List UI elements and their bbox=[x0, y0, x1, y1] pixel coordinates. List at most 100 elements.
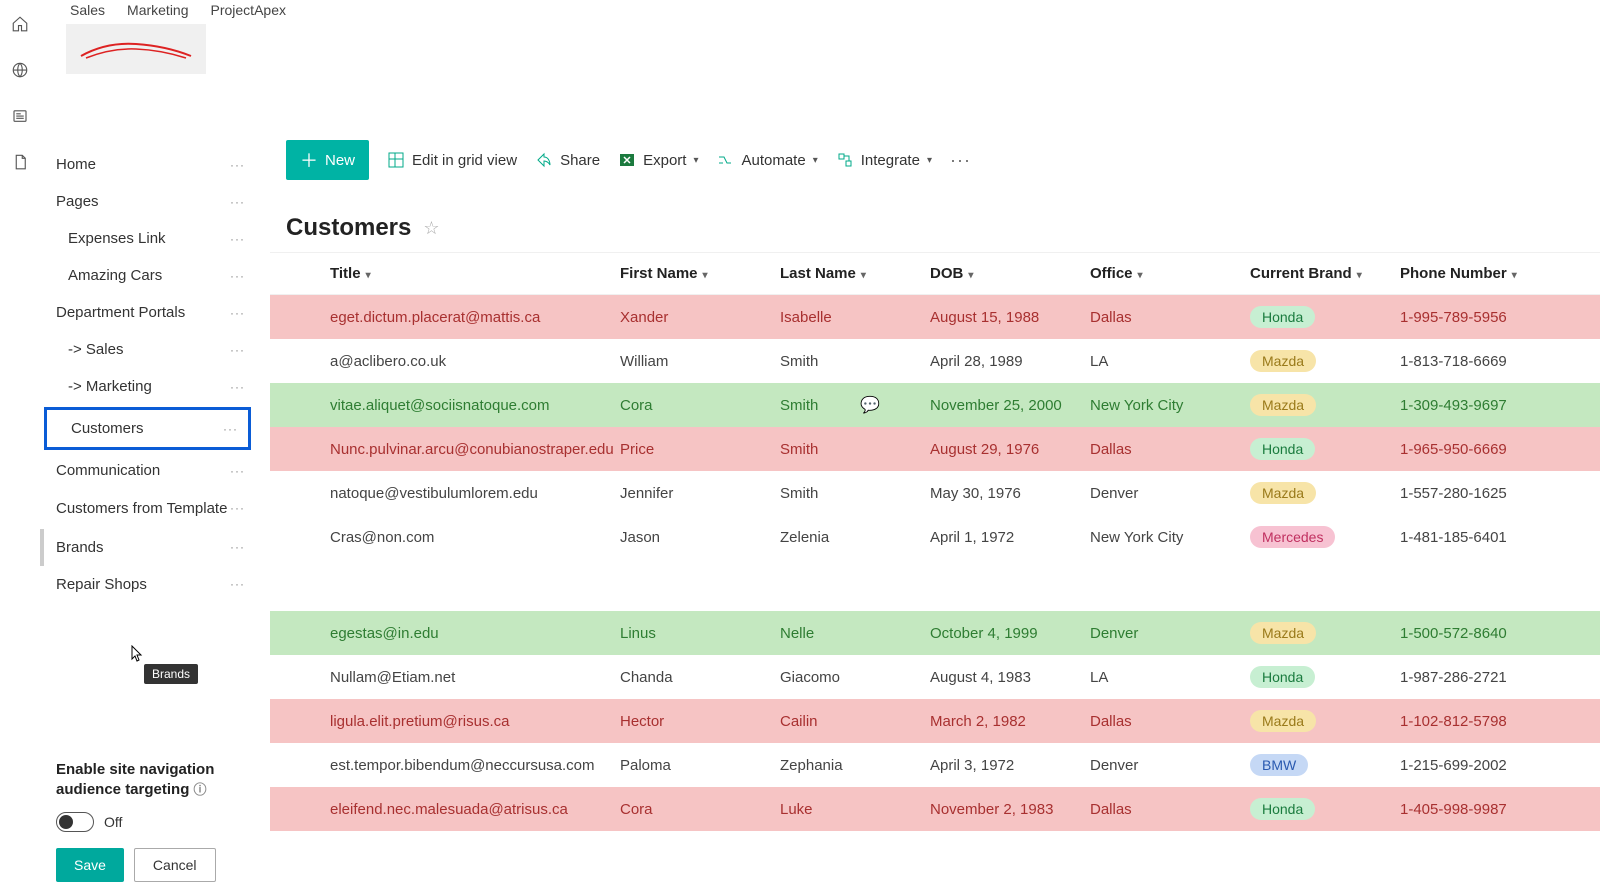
tab-sales[interactable]: Sales bbox=[70, 2, 105, 18]
tab-projectapex[interactable]: ProjectApex bbox=[211, 2, 286, 18]
audience-targeting-toggle[interactable] bbox=[56, 812, 94, 832]
more-icon[interactable]: ··· bbox=[230, 343, 245, 357]
chevron-down-icon: ▾ bbox=[693, 155, 698, 166]
more-icon[interactable]: ··· bbox=[223, 422, 238, 436]
column-title[interactable]: Title▾ bbox=[330, 265, 620, 282]
news-icon[interactable] bbox=[10, 106, 30, 126]
cell: Price bbox=[620, 441, 780, 458]
sidebar-item-amazing-cars[interactable]: Amazing Cars··· bbox=[40, 257, 255, 294]
cell: Cailin bbox=[780, 713, 930, 730]
export-button[interactable]: Export▾ bbox=[618, 151, 698, 169]
cell-phone: 1-813-718-6669 bbox=[1400, 353, 1550, 370]
sidebar-item--sales[interactable]: -> Sales··· bbox=[40, 331, 255, 368]
sidebar-item-brands[interactable]: Brands··· bbox=[40, 529, 255, 566]
cell: Smith bbox=[780, 353, 930, 370]
table-row[interactable]: Nunc.pulvinar.arcu@conubianostraper.eduP… bbox=[270, 427, 1600, 471]
new-button[interactable]: ＋New bbox=[286, 140, 369, 180]
table-row[interactable]: natoque@vestibulumlorem.eduJenniferSmith… bbox=[270, 471, 1600, 515]
comment-icon[interactable]: 💬 bbox=[860, 395, 880, 415]
toggle-state-label: Off bbox=[104, 814, 122, 830]
more-icon[interactable]: ··· bbox=[230, 158, 245, 172]
cell: October 4, 1999 bbox=[930, 625, 1090, 642]
table-row[interactable]: eget.dictum.placerat@mattis.caXanderIsab… bbox=[270, 295, 1600, 339]
cell-phone: 1-215-699-2002 bbox=[1400, 757, 1550, 774]
chevron-down-icon: ▾ bbox=[813, 155, 818, 166]
chevron-down-icon: ▾ bbox=[861, 270, 866, 281]
more-icon[interactable]: ··· bbox=[230, 195, 245, 209]
sidebar-item-repair-shops[interactable]: Repair Shops··· bbox=[40, 566, 255, 603]
sidebar-item-home[interactable]: Home··· bbox=[40, 146, 255, 183]
nav-settings-panel: Enable site navigation audience targetin… bbox=[40, 750, 255, 896]
main-content: ＋New Edit in grid view Share Export▾ Aut… bbox=[270, 130, 1600, 896]
info-icon[interactable]: ⓘ bbox=[194, 782, 207, 797]
list-title: Customers bbox=[286, 214, 411, 242]
table-row[interactable]: ligula.elit.pretium@risus.caHectorCailin… bbox=[270, 699, 1600, 743]
column-current-brand[interactable]: Current Brand▾ bbox=[1250, 265, 1400, 282]
sidebar-item--marketing[interactable]: -> Marketing ··· bbox=[40, 368, 255, 405]
grid-icon bbox=[387, 151, 405, 169]
brand-tag: Mazda bbox=[1250, 622, 1316, 644]
share-icon bbox=[535, 151, 553, 169]
table-header: Title▾ First Name▾ Last Name▾ DOB▾ Offic… bbox=[270, 252, 1600, 295]
cell: Xander bbox=[620, 309, 780, 326]
favorite-star-icon[interactable]: ☆ bbox=[423, 218, 439, 239]
column-phone-number[interactable]: Phone Number▾ bbox=[1400, 265, 1550, 282]
cell: LA bbox=[1090, 353, 1250, 370]
column-dob[interactable]: DOB▾ bbox=[930, 265, 1090, 282]
document-icon[interactable] bbox=[10, 152, 30, 172]
more-icon[interactable]: ··· bbox=[230, 380, 245, 394]
automate-button[interactable]: Automate▾ bbox=[716, 151, 817, 169]
table-row[interactable]: eleifend.nec.malesuada@atrisus.caCoraLuk… bbox=[270, 787, 1600, 831]
brand-tag: Mazda bbox=[1250, 394, 1316, 416]
table-row[interactable]: Nullam@Etiam.netChandaGiacomoAugust 4, 1… bbox=[270, 655, 1600, 699]
chevron-down-icon: ▾ bbox=[1357, 270, 1362, 281]
more-icon[interactable]: ··· bbox=[230, 540, 245, 554]
table-row[interactable]: est.tempor.bibendum@neccursusa.comPaloma… bbox=[270, 743, 1600, 787]
cell-brand: Honda bbox=[1250, 306, 1400, 328]
chevron-down-icon: ▾ bbox=[1512, 270, 1517, 281]
share-button[interactable]: Share bbox=[535, 151, 600, 169]
cell: April 28, 1989 bbox=[930, 353, 1090, 370]
tooltip-brands: Brands bbox=[144, 664, 198, 684]
chevron-down-icon: ▾ bbox=[968, 270, 973, 281]
column-first-name[interactable]: First Name▾ bbox=[620, 265, 780, 282]
integrate-icon bbox=[836, 151, 854, 169]
tab-marketing[interactable]: Marketing bbox=[127, 2, 188, 18]
sidebar-item-pages[interactable]: Pages ··· bbox=[40, 183, 255, 220]
globe-icon[interactable] bbox=[10, 60, 30, 80]
more-icon[interactable]: ··· bbox=[230, 269, 245, 283]
cancel-button[interactable]: Cancel bbox=[134, 848, 216, 882]
edit-grid-button[interactable]: Edit in grid view bbox=[387, 151, 517, 169]
more-icon[interactable]: ··· bbox=[230, 464, 245, 478]
cell: Smith bbox=[780, 441, 930, 458]
more-icon[interactable]: ··· bbox=[230, 306, 245, 320]
sidebar-item-label: -> Marketing bbox=[68, 378, 152, 395]
column-last-name[interactable]: Last Name▾ bbox=[780, 265, 930, 282]
save-button[interactable]: Save bbox=[56, 848, 124, 882]
cell: Chanda bbox=[620, 669, 780, 686]
sidebar-item-expenses-link[interactable]: Expenses Link··· bbox=[40, 220, 255, 257]
more-commands-button[interactable]: ··· bbox=[950, 150, 971, 171]
column-office[interactable]: Office▾ bbox=[1090, 265, 1250, 282]
cell: Dallas bbox=[1090, 801, 1250, 818]
cell-brand: Mazda bbox=[1250, 394, 1400, 416]
sidebar-item-customers[interactable]: Customers··· bbox=[44, 407, 251, 450]
command-bar: ＋New Edit in grid view Share Export▾ Aut… bbox=[270, 130, 1600, 190]
more-icon[interactable]: ··· bbox=[230, 577, 245, 591]
sidebar-item-label: Department Portals bbox=[56, 304, 185, 321]
cell: Nullam@Etiam.net bbox=[330, 669, 620, 686]
sidebar-item-label: Pages bbox=[56, 193, 99, 210]
integrate-button[interactable]: Integrate▾ bbox=[836, 151, 932, 169]
cell-phone: 1-309-493-9697 bbox=[1400, 397, 1550, 414]
table-row[interactable]: Cras@non.comJasonZeleniaApril 1, 1972New… bbox=[270, 515, 1600, 559]
site-logo[interactable] bbox=[66, 24, 206, 74]
sidebar-item-communication[interactable]: Communication··· bbox=[40, 452, 255, 489]
sidebar-item-department-portals[interactable]: Department Portals ··· bbox=[40, 294, 255, 331]
table-row[interactable]: egestas@in.eduLinusNelleOctober 4, 1999D… bbox=[270, 611, 1600, 655]
table-row[interactable]: 💬vitae.aliquet@sociisnatoque.comCoraSmit… bbox=[270, 383, 1600, 427]
table-row[interactable]: a@aclibero.co.ukWilliamSmithApril 28, 19… bbox=[270, 339, 1600, 383]
sidebar-item-customers-from-template[interactable]: Customers from Template··· bbox=[40, 489, 255, 529]
more-icon[interactable]: ··· bbox=[230, 232, 245, 246]
more-icon[interactable]: ··· bbox=[230, 501, 245, 517]
home-icon[interactable] bbox=[10, 14, 30, 34]
